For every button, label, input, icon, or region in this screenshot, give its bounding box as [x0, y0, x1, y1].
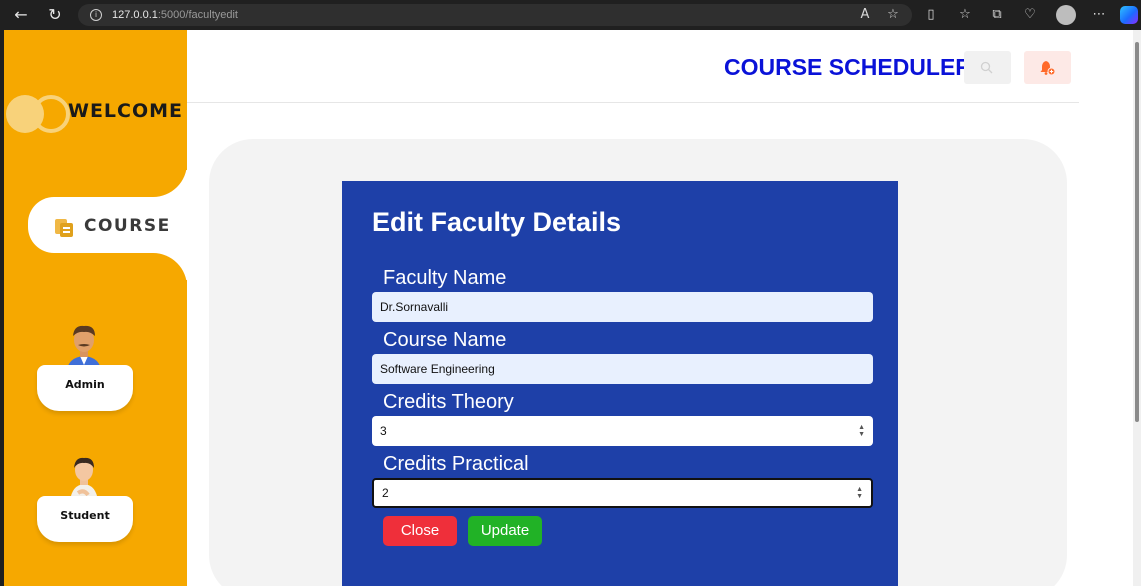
notification-button[interactable] — [1024, 51, 1071, 84]
welcome-panel: WELCOME — [4, 30, 187, 197]
sidebar-item-course-label: COURSE — [84, 216, 171, 236]
course-icon — [55, 219, 73, 237]
role-label-admin: Admin — [65, 378, 105, 391]
search-icon — [980, 61, 993, 74]
page: WELCOME COURSE Admin Student COURSE SCHE… — [4, 30, 1136, 586]
address-bar[interactable]: i 127.0.0.1:5000/facultyedit — [78, 4, 912, 26]
welcome-label: WELCOME — [68, 100, 184, 122]
url-host: 127.0.0.1 — [112, 9, 158, 21]
profile-avatar-icon[interactable] — [1056, 5, 1076, 25]
favorite-star-icon[interactable]: ☆ — [884, 6, 902, 24]
faculty-name-label: Faculty Name — [383, 267, 507, 289]
role-card-student[interactable]: Student — [37, 496, 133, 542]
edit-faculty-form: Edit Faculty Details Faculty Name Course… — [342, 181, 898, 586]
split-screen-icon[interactable]: ▯ — [922, 6, 940, 24]
credits-practical-label: Credits Practical — [383, 453, 529, 475]
faculty-name-input[interactable] — [372, 292, 873, 322]
logo-ring-icon — [32, 95, 70, 133]
update-button[interactable]: Update — [468, 516, 542, 546]
bell-icon — [1040, 61, 1056, 76]
spinner-arrows-icon[interactable]: ▲ ▼ — [856, 486, 863, 500]
credits-theory-label: Credits Theory — [383, 391, 514, 413]
credits-practical-value: 2 — [382, 486, 389, 500]
course-name-input[interactable] — [372, 354, 873, 384]
course-name-label: Course Name — [383, 329, 507, 351]
health-icon[interactable]: ♡ — [1021, 6, 1039, 24]
app-title: COURSE SCHEDULER — [724, 54, 972, 80]
back-arrow-icon[interactable]: ← — [10, 4, 32, 26]
browser-toolbar: ← ↻ i 127.0.0.1:5000/facultyedit A ☆ ▯ ☆… — [0, 0, 1141, 30]
spinner-arrows-icon[interactable]: ▲ ▼ — [858, 424, 865, 438]
reload-icon[interactable]: ↻ — [44, 4, 66, 26]
credits-theory-input[interactable]: 3 ▲ ▼ — [372, 416, 873, 446]
url-path: :5000/facultyedit — [157, 9, 238, 21]
copilot-icon[interactable] — [1120, 6, 1138, 24]
more-menu-icon[interactable]: ⋯ — [1090, 6, 1108, 24]
credits-practical-input[interactable]: 2 ▲ ▼ — [372, 478, 873, 508]
student-avatar — [70, 457, 98, 501]
role-card-admin[interactable]: Admin — [37, 365, 133, 411]
read-aloud-icon[interactable]: A — [856, 6, 874, 24]
collections-icon[interactable]: ⧉ — [988, 6, 1006, 24]
info-icon[interactable]: i — [90, 9, 102, 21]
credits-theory-value: 3 — [380, 424, 387, 438]
form-title: Edit Faculty Details — [372, 207, 622, 237]
close-button[interactable]: Close — [383, 516, 457, 546]
role-label-student: Student — [60, 509, 110, 522]
header-divider — [187, 102, 1079, 103]
favorites-list-icon[interactable]: ☆ — [956, 6, 974, 24]
search-button[interactable] — [964, 51, 1011, 84]
scrollbar-thumb[interactable] — [1135, 42, 1139, 422]
